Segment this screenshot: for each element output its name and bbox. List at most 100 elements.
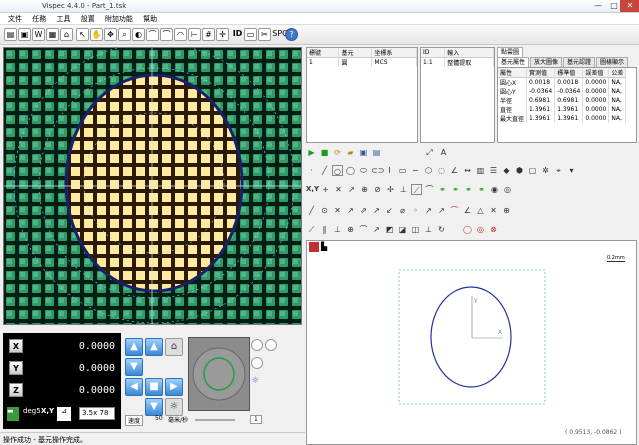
xy-button[interactable]: X,Y [41,407,54,421]
z-up-button[interactable]: ▲ [125,338,143,356]
probe-tool-icon[interactable]: ⌖ [553,165,564,176]
construct-arc-icon[interactable]: ⌒ [424,184,435,195]
datum-a-icon[interactable]: ◩ [384,224,395,235]
zoom-select[interactable]: 3.5x 78 [79,407,115,420]
bisect-icon[interactable]: ✕ [333,184,344,195]
grid-tool-icon[interactable]: ▥ [475,165,486,176]
link4-icon[interactable]: ⚭ [476,184,487,195]
list-tool-icon[interactable]: ☰ [488,165,499,176]
circle-draw-icon[interactable]: ⊙ [319,205,330,216]
z-down-button[interactable]: ▼ [125,358,143,376]
tools-icon[interactable]: ✂ [258,28,271,41]
dim-dia-icon[interactable]: ⌀ [397,205,408,216]
menu-addons[interactable]: 附加功能 [105,13,133,25]
level-icon[interactable]: ▬ [7,407,19,421]
capture-icon[interactable]: ▭ [244,28,257,41]
focus-icon[interactable]: ◠ [174,28,187,41]
tab-feature-cert[interactable]: 基元認證 [563,57,596,67]
arc-tool-icon[interactable]: ◯ [345,165,356,176]
table-row[interactable]: 圓心Y -0.0364 -0.0364 0.0000 NA, [498,87,627,96]
tag-tool-icon[interactable]: ◆ [501,165,512,176]
y-axis-button[interactable]: Y [9,361,23,375]
dim-line-icon[interactable]: ↗ [345,205,356,216]
bug-tool-icon[interactable]: ✲ [540,165,551,176]
construct-line-icon[interactable]: ⟋ [411,184,422,195]
add-point-icon[interactable]: + [320,184,331,195]
deg-button[interactable]: deg5 [23,407,41,421]
transform-icon[interactable]: ⤢ [424,147,435,158]
link2-icon[interactable]: ⚭ [450,184,461,195]
x-right-button[interactable]: ▶ [165,378,183,396]
point-tool-icon[interactable]: · [306,165,317,176]
width-tool-icon[interactable]: I [384,165,395,176]
open-icon[interactable]: ▤ [4,28,17,41]
intersect-icon[interactable]: ✢ [385,184,396,195]
circle-tool-icon[interactable]: ○ [332,165,343,176]
perpendicular-icon[interactable]: ⊥ [332,224,343,235]
stop-icon[interactable]: ■ [319,147,330,158]
position-icon[interactable]: ⊕ [345,224,356,235]
link3-icon[interactable]: ⚭ [463,184,474,195]
angle-tool-icon[interactable]: ∠ [449,165,460,176]
z-axis-button[interactable]: Z [9,383,23,397]
link-icon[interactable]: ⚭ [437,184,448,195]
grid-icon[interactable]: # [202,28,215,41]
text-tool-button[interactable]: A [438,147,449,158]
menu-help[interactable]: 幫助 [143,13,157,25]
step-value[interactable]: 1 [250,415,262,424]
id-button[interactable]: ID [232,28,243,41]
col-feature[interactable]: 基元 [338,48,373,58]
menu-tools[interactable]: 工具 [56,13,70,25]
refresh-icon[interactable]: ⟳ [332,147,343,158]
dim-slope-icon[interactable]: ↗ [436,205,447,216]
drawing-view[interactable]: ▙ 0.2mm Y X ( 0.9513, -0.0862 ) [306,240,637,445]
col-measured[interactable]: 實測值 [526,68,556,78]
report-program-icon[interactable]: ▤ [371,147,382,158]
box-tool-icon[interactable]: ▢ [527,165,538,176]
dim-offset-icon[interactable]: ↗ [423,205,434,216]
xy-tool-button[interactable]: X,Y [306,184,319,195]
x-left-button[interactable]: ◀ [125,378,143,396]
offset-icon[interactable]: ↗ [346,184,357,195]
perp-icon[interactable]: ⊥ [398,184,409,195]
pointer-icon[interactable]: ↖ [76,28,89,41]
table-row[interactable]: 最大直徑 1.3961 1.3961 0.0000 NA, [498,114,627,123]
camera-view[interactable] [3,47,302,325]
table-row[interactable]: 1:1 整體提取 [421,57,494,67]
menu-settings[interactable]: 設置 [81,13,95,25]
save-icon[interactable]: ▣ [18,28,31,41]
cross-icon[interactable]: ✕ [488,205,499,216]
center-icon[interactable]: ⊕ [359,184,370,195]
parallel-icon[interactable]: ∥ [319,224,330,235]
zoom-icon[interactable]: ⌕ [118,28,131,41]
speed-value[interactable]: 50 [155,415,163,422]
table-row[interactable]: 直徑 1.3961 1.3961 0.0000 NA, [498,105,627,114]
coax-light-icon[interactable] [265,339,277,351]
red-target-icon[interactable]: ◎ [475,224,486,235]
pattern-tool-icon[interactable]: ⬢ [514,165,525,176]
zoom-plus-icon[interactable]: ⊕ [501,205,512,216]
report-icon[interactable]: W [32,28,45,41]
tangent-icon[interactable]: ⊘ [372,184,383,195]
col-error[interactable]: 誤差值 [582,68,610,78]
overview-preview[interactable] [188,337,250,411]
line-tool-icon[interactable]: ╱ [319,165,330,176]
axis-rotate-icon[interactable]: ↻ [436,224,447,235]
y-up-button[interactable]: ▲ [145,338,163,356]
col-index[interactable]: 標號 [307,48,340,58]
rect-tool-icon[interactable]: ▭ [397,165,408,176]
backlight-icon[interactable] [251,357,263,369]
runout-icon[interactable]: ↗ [371,224,382,235]
export-icon[interactable]: ▦ [46,28,59,41]
target-icon[interactable]: ◎ [502,184,513,195]
axis-align-icon[interactable]: ⊥ [423,224,434,235]
crosshair-icon[interactable]: ✛ [216,28,229,41]
measure-icon[interactable]: ◉ [489,184,500,195]
arc-dim-icon[interactable]: ⌒ [449,205,460,216]
tab-feature-props[interactable]: 基元屬性 [497,57,530,67]
flatness-icon[interactable]: ⟋ [306,224,317,235]
dim-angle-icon[interactable]: ↙ [384,205,395,216]
folder-icon[interactable]: ▰ [345,147,356,158]
tab-pattern-display[interactable]: 圖樣顯示 [596,57,629,67]
menu-file[interactable]: 文件 [8,13,22,25]
